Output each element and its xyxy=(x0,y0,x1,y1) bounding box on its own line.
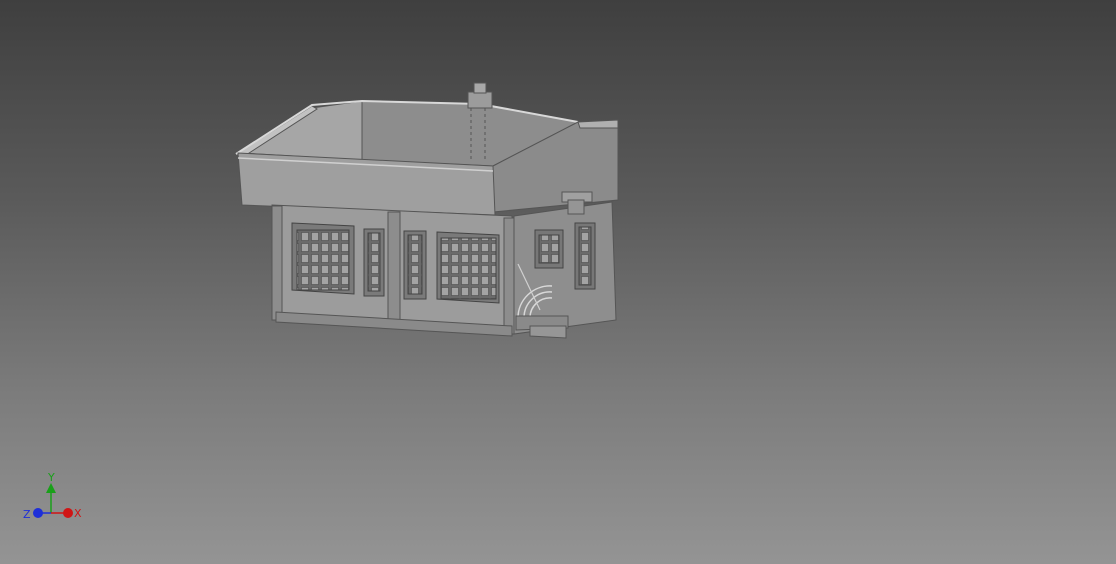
chimney xyxy=(467,91,493,109)
front-window-right xyxy=(436,231,500,304)
x-axis-marker xyxy=(63,508,73,518)
front-window-left xyxy=(291,222,355,295)
z-axis-marker xyxy=(33,508,43,518)
building-model[interactable] xyxy=(0,0,1116,564)
axis-triad: Y X Z xyxy=(23,471,82,521)
z-axis-label: Z xyxy=(23,508,31,521)
front-window-narrow-1 xyxy=(363,228,385,297)
3d-viewport[interactable]: Y X Z xyxy=(0,0,1116,564)
side-window-small xyxy=(534,229,564,269)
side-wall xyxy=(513,201,617,335)
side-window-tall xyxy=(574,222,596,290)
front-window-narrow-2 xyxy=(403,230,427,300)
y-axis-label: Y xyxy=(47,471,55,484)
roof-back-inner xyxy=(240,100,363,161)
x-axis-label: X xyxy=(74,507,82,520)
y-axis-arrow xyxy=(46,483,56,493)
